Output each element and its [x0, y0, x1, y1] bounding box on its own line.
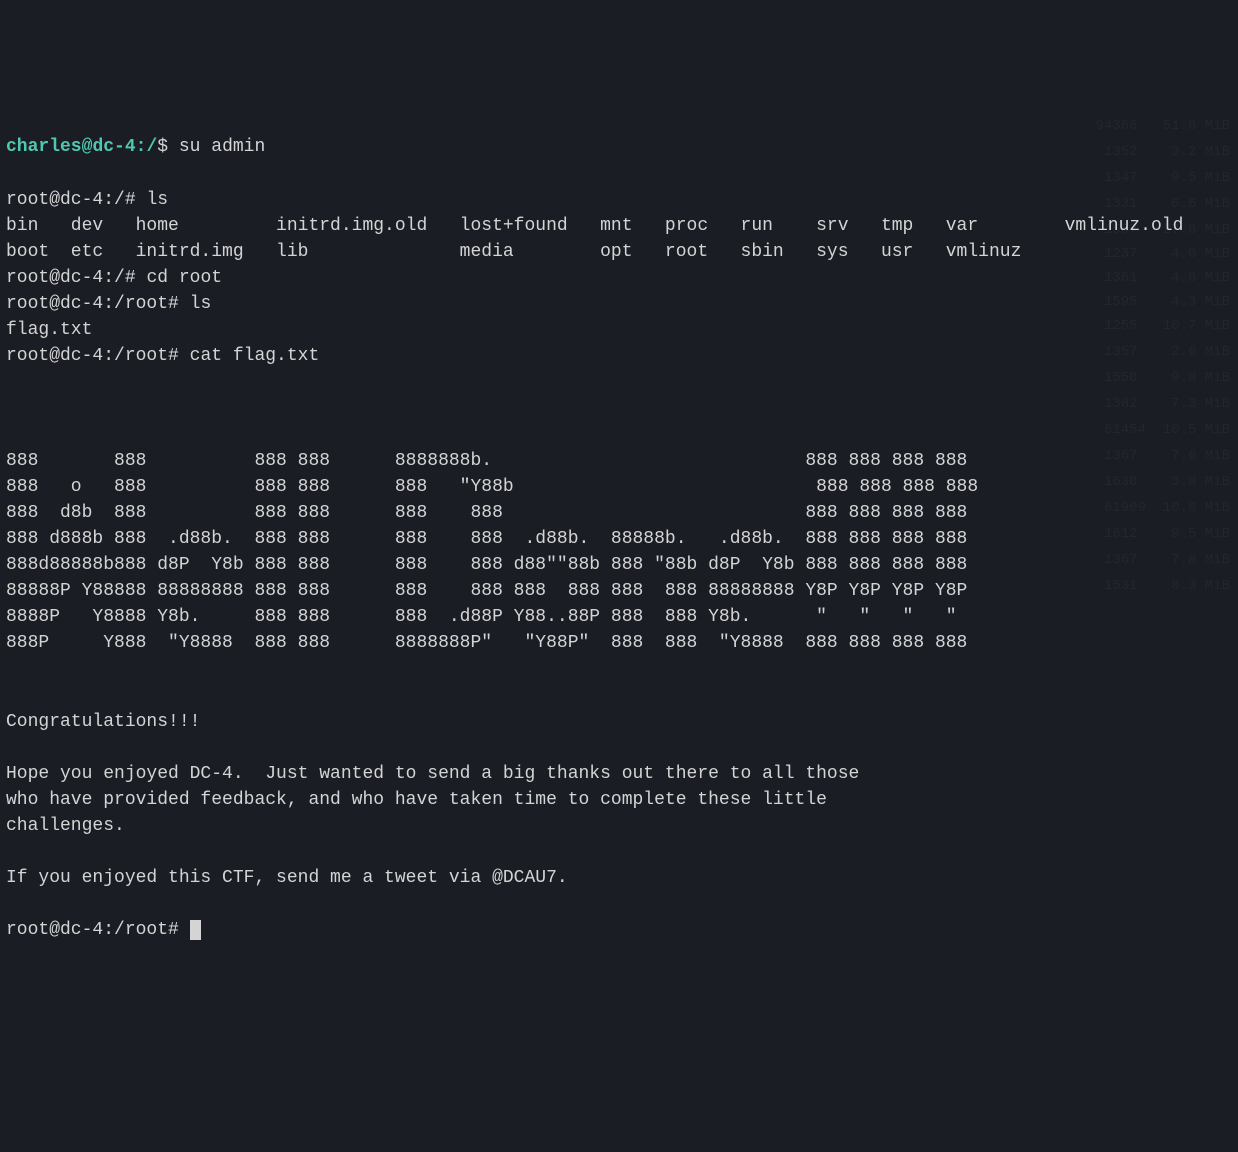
output-text: 888 888 888 888 8888888b. 888 888 888 88…	[6, 451, 967, 471]
command-su: su admin	[179, 137, 265, 157]
output-text: If you enjoyed this CTF, send me a tweet…	[6, 868, 568, 888]
command-text: ls	[146, 190, 168, 210]
terminal-line	[6, 682, 1232, 708]
terminal-line: 888 888 888 888 8888888b. 888 888 888 88…	[6, 448, 1232, 474]
root-prompt: root@dc-4:/#	[6, 190, 146, 210]
terminal-line: challenges.	[6, 813, 1232, 839]
prompt-line-1: charles@dc-4:/$ su admin	[6, 134, 1232, 160]
terminal-output[interactable]: charles@dc-4:/$ su admin root@dc-4:/# ls…	[6, 108, 1232, 969]
terminal-line: 888d88888b888 d8P Y8b 888 888 888 888 d8…	[6, 552, 1232, 578]
output-text: 88888P Y88888 88888888 888 888 888 888 8…	[6, 581, 967, 601]
terminal-line: 888 d8b 888 888 888 888 888 888 888 888 …	[6, 500, 1232, 526]
prompt-symbol: $	[157, 137, 179, 157]
output-text: 888 o 888 888 888 888 "Y88b 888 888 888 …	[6, 477, 978, 497]
terminal-line: 8888P Y8888 Y8b. 888 888 888 .d88P Y88..…	[6, 604, 1232, 630]
output-text: challenges.	[6, 816, 125, 836]
output-text	[6, 372, 17, 392]
terminal-line: Congratulations!!!	[6, 709, 1232, 735]
output-text: boot etc initrd.img lib media opt root s…	[6, 242, 1021, 262]
terminal-line	[6, 395, 1232, 421]
cursor[interactable]	[190, 920, 201, 940]
terminal-line: root@dc-4:/root# cat flag.txt	[6, 343, 1232, 369]
output-text: bin dev home initrd.img.old lost+found m…	[6, 216, 1183, 236]
output-text: flag.txt	[6, 320, 92, 340]
terminal-line: boot etc initrd.img lib media opt root s…	[6, 239, 1232, 265]
output-text: 8888P Y8888 Y8b. 888 888 888 .d88P Y88..…	[6, 607, 957, 627]
prompt-user: charles	[6, 137, 82, 157]
output-text	[6, 425, 17, 445]
terminal-line: root@dc-4:/# ls	[6, 187, 1232, 213]
root-prompt-final: root@dc-4:/root#	[6, 920, 190, 940]
output-text: 888 d888b 888 .d88b. 888 888 888 888 .d8…	[6, 529, 967, 549]
terminal-line: who have provided feedback, and who have…	[6, 787, 1232, 813]
output-text	[6, 842, 17, 862]
output-text: 888P Y888 "Y8888 888 888 8888888P" "Y88P…	[6, 633, 967, 653]
root-prompt: root@dc-4:/root#	[6, 346, 190, 366]
output-text: who have provided feedback, and who have…	[6, 790, 827, 810]
terminal-line: 888 o 888 888 888 888 "Y88b 888 888 888 …	[6, 474, 1232, 500]
terminal-line	[6, 839, 1232, 865]
terminal-line	[6, 735, 1232, 761]
prompt-hostname: dc-4	[92, 137, 135, 157]
output-text	[6, 738, 17, 758]
terminal-line: root@dc-4:/root# ls	[6, 291, 1232, 317]
output-text: 888d88888b888 d8P Y8b 888 888 888 888 d8…	[6, 555, 967, 575]
output-text: Hope you enjoyed DC-4. Just wanted to se…	[6, 764, 859, 784]
terminal-line: If you enjoyed this CTF, send me a tweet…	[6, 865, 1232, 891]
terminal-line: bin dev home initrd.img.old lost+found m…	[6, 213, 1232, 239]
output-text	[6, 659, 17, 679]
root-prompt: root@dc-4:/root#	[6, 294, 190, 314]
terminal-line	[6, 656, 1232, 682]
output-text	[6, 398, 17, 418]
output-text: 888 d8b 888 888 888 888 888 888 888 888 …	[6, 503, 967, 523]
terminal-line: flag.txt	[6, 317, 1232, 343]
terminal-line: Hope you enjoyed DC-4. Just wanted to se…	[6, 761, 1232, 787]
terminal-line: 88888P Y88888 88888888 888 888 888 888 8…	[6, 578, 1232, 604]
prompt-at: @	[82, 137, 93, 157]
output-text: Congratulations!!!	[6, 712, 200, 732]
root-prompt: root@dc-4:/#	[6, 268, 146, 288]
terminal-line: 888P Y888 "Y8888 888 888 8888888P" "Y88P…	[6, 630, 1232, 656]
terminal-line: 888 d888b 888 .d88b. 888 888 888 888 .d8…	[6, 526, 1232, 552]
prompt-path: :/	[136, 137, 158, 157]
command-text: ls	[190, 294, 212, 314]
final-prompt-line: root@dc-4:/root#	[6, 917, 1232, 943]
command-text: cd root	[146, 268, 222, 288]
output-text	[6, 685, 17, 705]
terminal-line	[6, 369, 1232, 395]
command-text: cat flag.txt	[190, 346, 320, 366]
terminal-line	[6, 422, 1232, 448]
terminal-line: root@dc-4:/# cd root	[6, 265, 1232, 291]
